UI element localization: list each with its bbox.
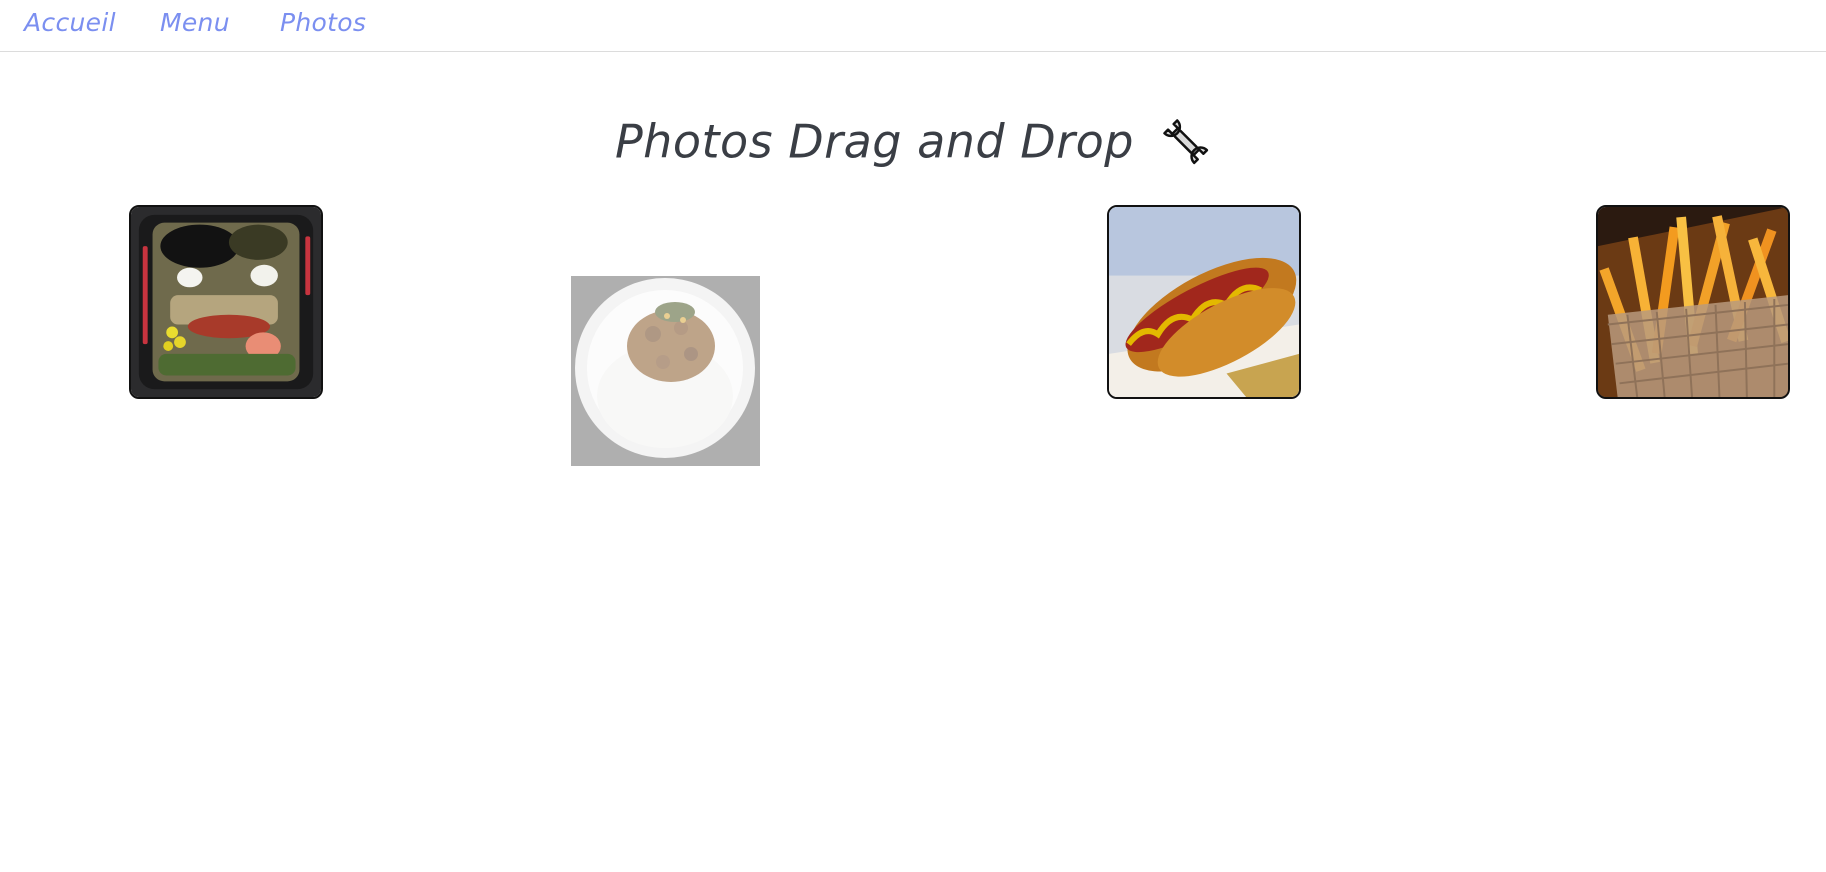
page-title-container: Photos Drag and Drop [0, 111, 1826, 169]
bento-face-photo[interactable] [129, 205, 323, 399]
natto-rice-photo[interactable] [571, 276, 760, 466]
wrench-icon [1159, 115, 1211, 167]
page-title: Photos Drag and Drop [614, 114, 1134, 169]
nav-link-photos[interactable]: Photos [280, 8, 366, 37]
french-fries-photo[interactable] [1596, 205, 1790, 399]
hot-dog-photo[interactable] [1107, 205, 1301, 399]
nav-link-menu[interactable]: Menu [160, 8, 230, 37]
top-navigation: Accueil Menu Photos [0, 0, 1826, 52]
nav-link-accueil[interactable]: Accueil [24, 8, 116, 37]
